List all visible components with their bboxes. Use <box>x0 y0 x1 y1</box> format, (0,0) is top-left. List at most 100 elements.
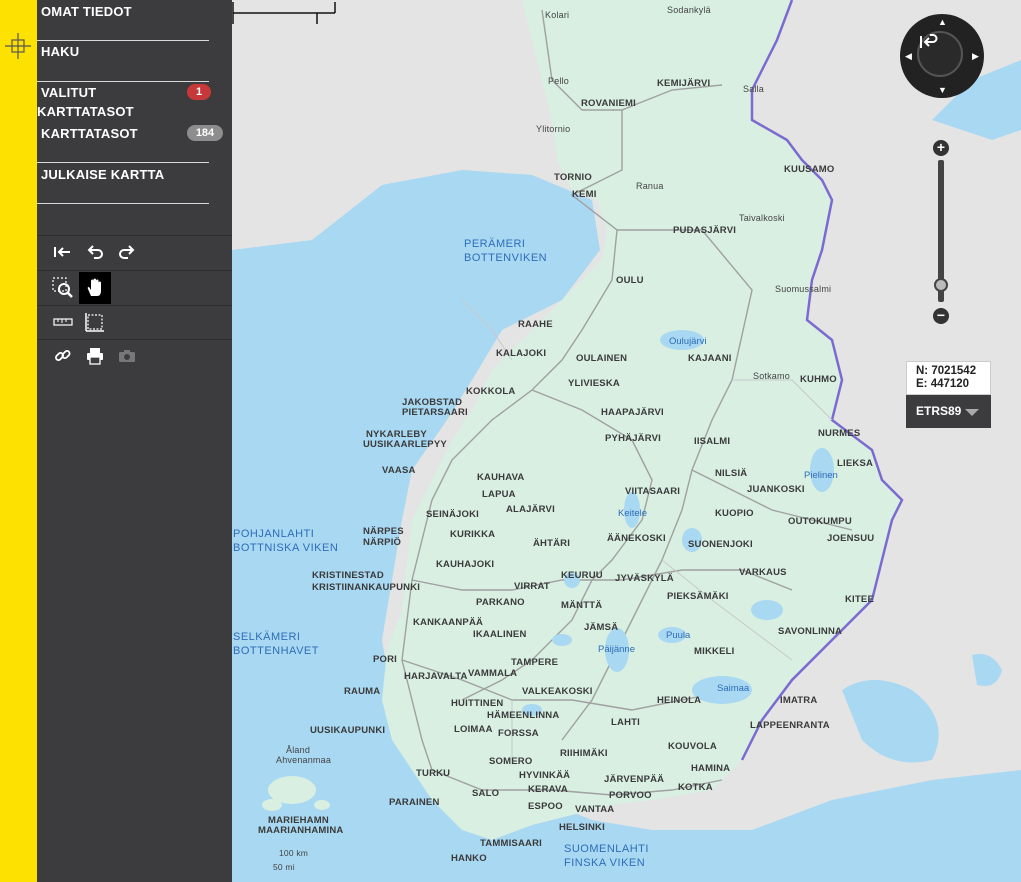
place-label: KOTKA <box>678 782 713 793</box>
sea-name: BOTTENHAVET <box>233 645 319 657</box>
place-label: HAMINA <box>691 763 731 774</box>
sea-label: SUOMENLAHTI FINSKA VIKEN <box>564 842 649 870</box>
place-label: PUDASJÄRVI <box>673 225 737 236</box>
place-label: OUTOKUMPU <box>788 516 852 527</box>
link-icon[interactable] <box>47 340 79 372</box>
place-label: Taivalkoski <box>739 213 785 223</box>
pan-control[interactable]: ▲ ▼ ◀ ▶ <box>900 14 984 98</box>
map-view[interactable]: PERÄMERI BOTTENVIKEN POHJANLAHTI BOTTNISKA… <box>232 0 1021 882</box>
place-label: KAJAANI <box>688 353 732 364</box>
place-label: ALAJÄRVI <box>506 504 555 515</box>
sea-name: PERÄMERI <box>464 238 526 250</box>
place-label: MÄNTTÄ <box>561 600 603 611</box>
sea-label: POHJANLAHTI BOTTNISKA VIKEN <box>233 527 338 555</box>
camera-icon[interactable] <box>111 340 143 372</box>
place-label: SUONENJOKI <box>688 539 753 550</box>
place-label: RAUMA <box>344 686 381 697</box>
pan-hand-icon[interactable] <box>79 272 111 304</box>
lake-label: Saimaa <box>717 683 750 694</box>
place-label: TORNIO <box>554 172 592 183</box>
place-label: HELSINKI <box>559 822 605 833</box>
pan-down-icon[interactable]: ▼ <box>938 86 947 95</box>
sea-name: SUOMENLAHTI <box>564 843 649 855</box>
print-icon[interactable] <box>79 340 111 372</box>
measure-line-icon[interactable] <box>47 306 79 338</box>
place-label: PARKANO <box>476 597 525 608</box>
place-label: KERAVA <box>528 784 568 795</box>
menu-haku[interactable]: HAKU <box>37 42 209 61</box>
place-label: Ranua <box>636 181 664 191</box>
zoom-slider-handle[interactable] <box>934 278 948 292</box>
pan-left-icon[interactable]: ◀ <box>905 52 912 61</box>
crosshair-icon[interactable] <box>5 33 31 59</box>
place-label: LIEKSA <box>837 458 874 469</box>
chevron-down-icon <box>965 409 979 416</box>
place-label: KRISTIINANKAUPUNKI <box>312 582 421 593</box>
zoom-in-button[interactable]: + <box>933 140 949 156</box>
zoom-box-icon[interactable] <box>47 272 79 304</box>
place-label: SAVONLINNA <box>778 626 843 637</box>
place-label: LAHTI <box>611 717 640 728</box>
place-label: Suomussalmi <box>775 284 832 294</box>
scale-km-label: 100 km <box>279 848 309 858</box>
lake-label: Keitele <box>618 508 648 519</box>
place-label: SOMERO <box>489 756 533 767</box>
crs-select[interactable]: ETRS89 <box>906 395 991 428</box>
lake-label: Pielinen <box>804 470 838 481</box>
zoom-out-button[interactable]: − <box>933 308 949 324</box>
place-label: KUUSAMO <box>784 164 835 175</box>
reset-view-button[interactable] <box>917 31 963 77</box>
place-label: UUSIKAARLEPYY <box>363 439 447 450</box>
place-label: OULU <box>616 275 644 286</box>
layers-count-badge: 184 <box>187 125 223 141</box>
place-label: YLIVIESKA <box>568 378 620 389</box>
place-label: PORVOO <box>609 790 652 801</box>
place-label: VIITASAARI <box>625 486 681 497</box>
menu-valitut-karttatasot[interactable]: VALITUT KARTTATASOT <box>37 83 147 121</box>
zoom-bar: + − <box>931 140 953 325</box>
place-label: HARJAVALTA <box>404 671 468 682</box>
place-label: Salla <box>743 84 765 94</box>
undo-icon[interactable] <box>79 236 111 268</box>
back-icon[interactable] <box>47 236 79 268</box>
place-label: KAUHAJOKI <box>436 559 495 570</box>
place-label: Åland <box>286 745 311 755</box>
place-label: SEINÄJOKI <box>426 509 480 520</box>
place-label: UUSIKAUPUNKI <box>310 725 386 736</box>
place-label: KITEE <box>845 594 874 605</box>
place-label: NÄRPIÖ <box>363 537 402 548</box>
crs-value: ETRS89 <box>916 404 962 418</box>
pan-up-icon[interactable]: ▲ <box>938 18 947 27</box>
share-tools <box>37 339 232 374</box>
measure-area-icon[interactable] <box>79 306 111 338</box>
menu-julkaise-kartta[interactable]: JULKAISE KARTTA <box>37 165 209 184</box>
place-label: IKAALINEN <box>473 629 527 640</box>
place-label: Ylitornio <box>536 124 571 134</box>
place-label: ESPOO <box>528 801 563 812</box>
place-label: JÄMSÄ <box>584 622 619 633</box>
place-label: KEMI <box>572 189 597 200</box>
place-label: LAPUA <box>482 489 516 500</box>
place-label: HUITTINEN <box>451 698 504 709</box>
place-label: MIKKELI <box>694 646 735 657</box>
place-label: Kolari <box>545 10 570 20</box>
pan-right-icon[interactable]: ▶ <box>972 52 979 61</box>
scale-bar <box>232 2 336 24</box>
place-label: KALAJOKI <box>496 348 547 359</box>
place-label: NÄRPES <box>363 526 404 537</box>
redo-icon[interactable] <box>111 236 143 268</box>
place-label: ROVANIEMI <box>581 98 636 109</box>
menu-karttatasot[interactable]: KARTTATASOT <box>37 124 209 143</box>
place-label: JYVÄSKYLÄ <box>615 573 674 584</box>
divider <box>37 162 209 163</box>
place-label: RIIHIMÄKI <box>560 748 608 759</box>
menu-omat-tiedot[interactable]: OMAT TIEDOT <box>37 2 209 21</box>
place-label: PIETARSAARI <box>402 407 468 418</box>
place-label: NILSIÄ <box>715 468 748 479</box>
sea-label: PERÄMERI BOTTENVIKEN <box>464 237 547 265</box>
place-label: HEINOLA <box>657 695 702 706</box>
lake-label: Oulujärvi <box>669 336 707 347</box>
place-label: TURKU <box>416 768 451 779</box>
place-label: KANKAANPÄÄ <box>413 617 484 628</box>
place-label: KOKKOLA <box>466 386 516 397</box>
